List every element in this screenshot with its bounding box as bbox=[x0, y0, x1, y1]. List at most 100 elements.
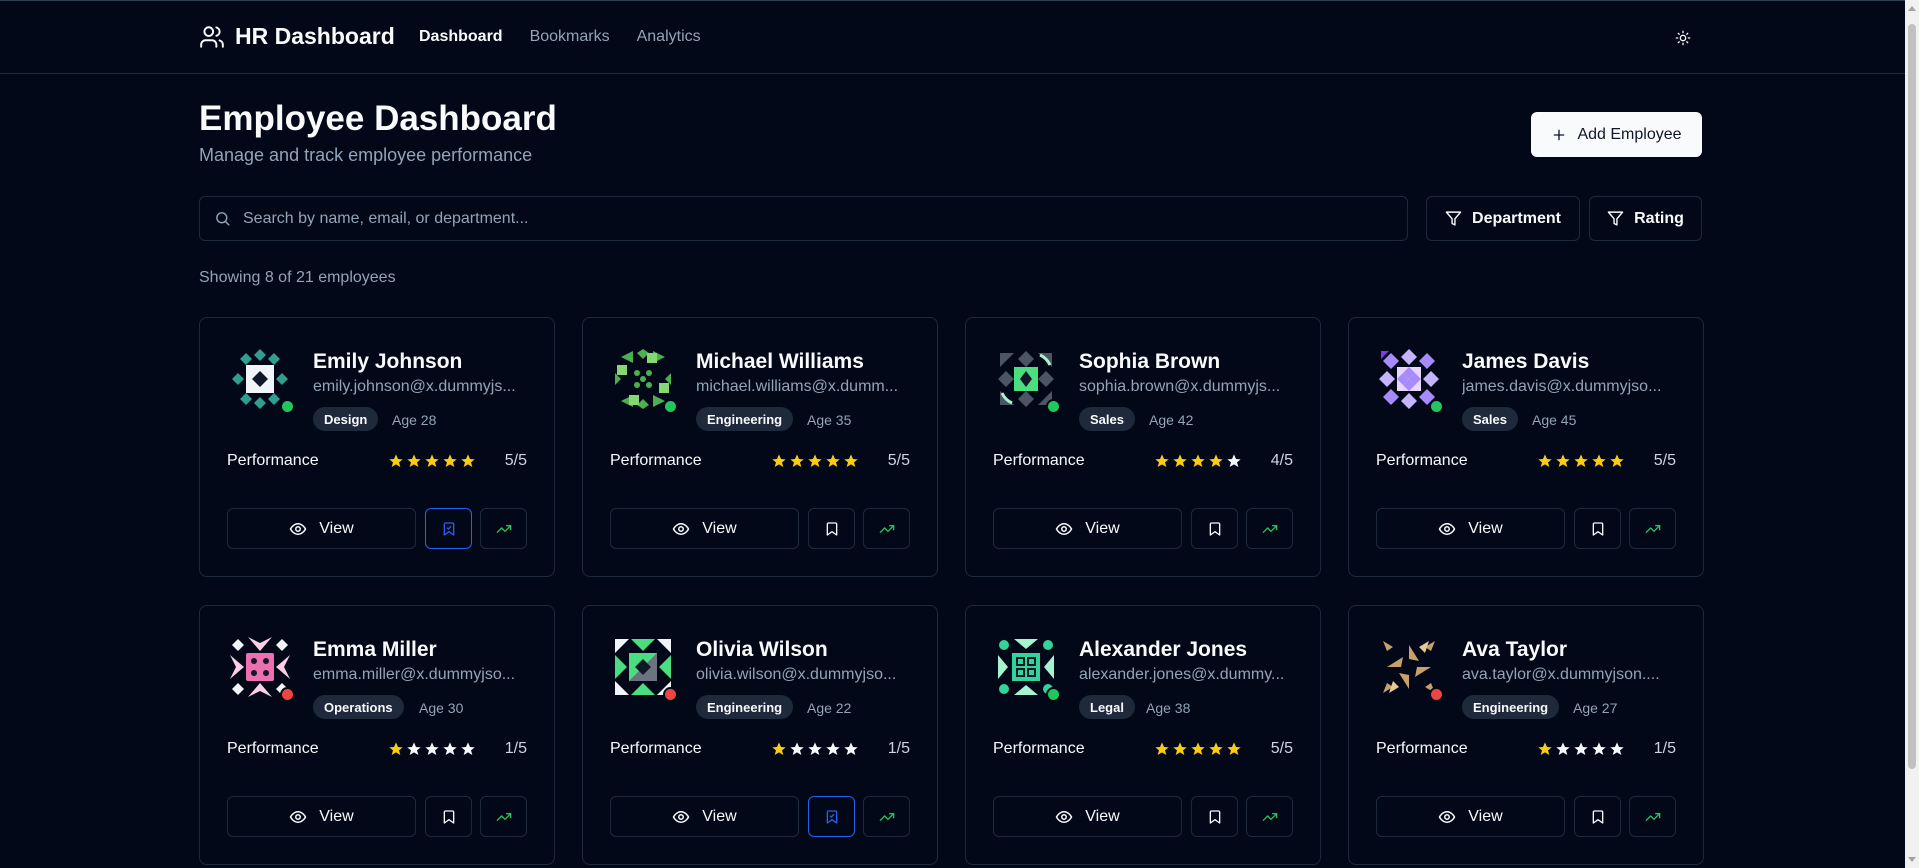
view-button[interactable]: View bbox=[610, 508, 799, 549]
employee-card: Alexander Jones alexander.jones@x.dummy..… bbox=[965, 605, 1321, 865]
employee-name: Sophia Brown bbox=[1079, 350, 1221, 373]
scroll-thumb[interactable] bbox=[1908, 24, 1916, 769]
bookmark-button[interactable] bbox=[425, 796, 472, 837]
star-icon bbox=[844, 454, 858, 467]
view-button[interactable]: View bbox=[227, 796, 416, 837]
department-badge: Legal bbox=[1079, 695, 1135, 719]
performance-trend-button[interactable] bbox=[480, 796, 527, 837]
performance-trend-button[interactable] bbox=[1629, 508, 1676, 549]
trending-up-icon bbox=[879, 812, 894, 821]
rating-stars bbox=[771, 741, 859, 757]
view-label: View bbox=[319, 807, 354, 825]
performance-trend-button[interactable] bbox=[863, 796, 910, 837]
avatar bbox=[996, 349, 1056, 409]
page-title: Employee Dashboard bbox=[199, 99, 557, 138]
bookmark-button[interactable] bbox=[1191, 796, 1238, 837]
add-employee-button[interactable]: Add Employee bbox=[1531, 112, 1702, 157]
view-button[interactable]: View bbox=[1376, 508, 1565, 549]
employee-age: Age 22 bbox=[807, 700, 852, 716]
star-icon bbox=[407, 454, 421, 467]
avatar-image bbox=[1383, 641, 1435, 693]
trending-up-icon bbox=[496, 524, 511, 533]
employee-email: alexander.jones@x.dummy... bbox=[1079, 666, 1285, 683]
view-button[interactable]: View bbox=[993, 508, 1182, 549]
bookmark-button[interactable] bbox=[1574, 508, 1621, 549]
performance-trend-button[interactable] bbox=[480, 508, 527, 549]
page-scrollbar[interactable] bbox=[1905, 0, 1919, 868]
employee-card: Sophia Brown sophia.brown@x.dummyjs... Sal… bbox=[965, 317, 1321, 577]
performance-trend-button[interactable] bbox=[1246, 796, 1293, 837]
bookmark-button[interactable] bbox=[808, 508, 855, 549]
scroll-up-arrow[interactable] bbox=[1908, 6, 1916, 11]
star-icon bbox=[1173, 742, 1187, 755]
brand[interactable]: HR Dashboard bbox=[199, 23, 395, 50]
rating-value: 1/5 bbox=[504, 740, 527, 757]
bookmark-icon bbox=[443, 521, 454, 536]
search-box[interactable] bbox=[199, 196, 1408, 241]
view-button[interactable]: View bbox=[610, 796, 799, 837]
star-icon bbox=[1155, 454, 1169, 467]
employee-email: emma.miller@x.dummyjso... bbox=[313, 666, 516, 683]
employee-email: sophia.brown@x.dummyjs... bbox=[1079, 378, 1281, 395]
star-icon bbox=[1574, 742, 1588, 755]
avatar bbox=[996, 637, 1056, 697]
eye-icon bbox=[290, 810, 307, 823]
status-indicator bbox=[1429, 687, 1444, 702]
employee-card: Emma Miller emma.miller@x.dummyjso... Oper… bbox=[199, 605, 555, 865]
star-icon bbox=[808, 454, 822, 467]
avatar bbox=[613, 349, 673, 409]
bookmark-button[interactable] bbox=[1191, 508, 1238, 549]
star-icon bbox=[443, 742, 457, 755]
performance-trend-button[interactable] bbox=[863, 508, 910, 549]
employee-name: Emily Johnson bbox=[313, 350, 463, 373]
department-filter-label: Department bbox=[1472, 209, 1561, 227]
department-badge: Engineering bbox=[696, 695, 794, 719]
nav-analytics[interactable]: Analytics bbox=[637, 28, 701, 46]
employee-age: Age 38 bbox=[1146, 700, 1191, 716]
eye-icon bbox=[673, 522, 690, 535]
star-icon bbox=[772, 454, 786, 467]
department-filter-button[interactable]: Department bbox=[1426, 196, 1580, 241]
avatar-image bbox=[998, 639, 1054, 695]
rating-value: 1/5 bbox=[1653, 740, 1676, 757]
star-icon bbox=[826, 742, 840, 755]
nav-bookmarks[interactable]: Bookmarks bbox=[530, 28, 610, 46]
rating-stars bbox=[1537, 741, 1625, 757]
rating-stars bbox=[1154, 741, 1242, 757]
star-icon bbox=[1574, 454, 1588, 467]
bookmark-button[interactable] bbox=[808, 796, 855, 837]
department-badge: Engineering bbox=[1462, 695, 1560, 719]
rating-value: 5/5 bbox=[1270, 740, 1293, 757]
star-icon bbox=[461, 454, 475, 467]
performance-trend-button[interactable] bbox=[1246, 508, 1293, 549]
star-icon bbox=[1209, 742, 1223, 755]
star-icon bbox=[389, 454, 403, 467]
star-icon bbox=[425, 742, 439, 755]
view-label: View bbox=[1468, 807, 1503, 825]
employee-email: james.davis@x.dummyjso... bbox=[1462, 378, 1662, 395]
rating-stars bbox=[1537, 453, 1625, 469]
rating-value: 5/5 bbox=[1653, 452, 1676, 469]
avatar-image bbox=[1379, 349, 1439, 409]
bookmark-button[interactable] bbox=[1574, 796, 1621, 837]
view-button[interactable]: View bbox=[993, 796, 1182, 837]
star-icon bbox=[1173, 454, 1187, 467]
performance-trend-button[interactable] bbox=[1629, 796, 1676, 837]
avatar-image bbox=[615, 639, 671, 695]
department-badge: Design bbox=[313, 407, 379, 431]
status-indicator bbox=[663, 399, 678, 414]
theme-toggle-button[interactable] bbox=[1668, 25, 1698, 51]
view-button[interactable]: View bbox=[227, 508, 416, 549]
scroll-down-arrow[interactable] bbox=[1908, 857, 1916, 862]
view-button[interactable]: View bbox=[1376, 796, 1565, 837]
nav-dashboard[interactable]: Dashboard bbox=[419, 28, 503, 46]
rating-filter-button[interactable]: Rating bbox=[1589, 196, 1702, 241]
view-label: View bbox=[702, 519, 737, 537]
star-icon bbox=[790, 742, 804, 755]
status-indicator bbox=[1046, 687, 1061, 702]
performance-label: Performance bbox=[993, 740, 1085, 757]
bookmark-button[interactable] bbox=[425, 508, 472, 549]
star-icon bbox=[1191, 742, 1205, 755]
bookmark-icon bbox=[1592, 521, 1603, 536]
search-input[interactable] bbox=[243, 209, 1343, 228]
